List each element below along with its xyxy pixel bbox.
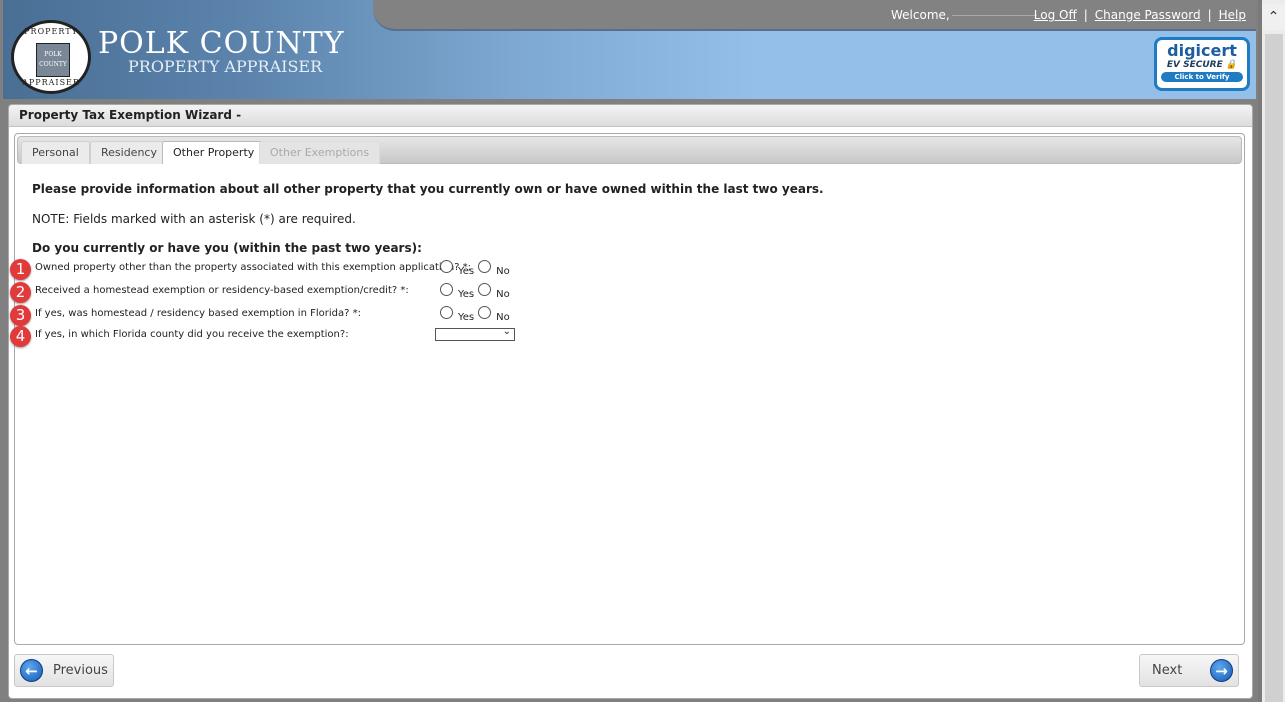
yes-no-group: Yes No xyxy=(440,306,514,323)
wizard-tabs: Personal Residency Other Property Other … xyxy=(17,136,1242,164)
question-label: Owned property other than the property a… xyxy=(35,262,472,273)
account-links: Log Off | Change Password | Help xyxy=(1034,8,1246,22)
logo-subtitle: PROPERTY APPRAISER xyxy=(128,57,323,76)
logoff-link[interactable]: Log Off xyxy=(1034,8,1077,22)
question-row: 3 If yes, was homestead / residency base… xyxy=(10,305,615,326)
question-row: 2 Received a homestead exemption or resi… xyxy=(10,282,615,303)
tab-other-property[interactable]: Other Property xyxy=(162,141,266,164)
wizard-content: Personal Residency Other Property Other … xyxy=(10,133,1245,645)
separator: | xyxy=(1207,8,1212,22)
digicert-badge[interactable]: digicert EV SECURE 🔒 Click to Verify xyxy=(1154,37,1250,91)
arrow-left-icon: ← xyxy=(20,659,43,682)
radio-yes-label: Yes xyxy=(458,311,475,323)
digicert-ev-secure: EV SECURE 🔒 xyxy=(1166,60,1238,70)
chevron-down-icon: ⌄ xyxy=(502,326,511,337)
welcome-label: Welcome, xyxy=(891,8,950,22)
scroll-up-icon[interactable]: ⌃ xyxy=(1262,4,1285,30)
tab-personal[interactable]: Personal xyxy=(21,141,90,164)
previous-label: Previous xyxy=(53,663,108,678)
welcome-text: Welcome, xyxy=(891,8,1037,22)
required-note: NOTE: Fields marked with an asterisk (*)… xyxy=(32,212,356,226)
step-badge: 1 xyxy=(10,259,31,280)
seal-bottom-text: APPRAISER xyxy=(22,78,80,87)
question-row: 4 If yes, in which Florida county did yo… xyxy=(10,326,615,347)
radio-no[interactable] xyxy=(478,260,492,273)
question-label: If yes, in which Florida county did you … xyxy=(35,329,349,340)
logo-title: POLK COUNTY xyxy=(98,26,345,61)
radio-yes[interactable] xyxy=(440,283,453,296)
wizard-title: Property Tax Exemption Wizard - xyxy=(9,105,1252,127)
radio-yes-label: Yes xyxy=(458,265,475,277)
radio-yes-label: Yes xyxy=(458,288,475,300)
radio-no[interactable] xyxy=(478,283,492,296)
step-badge: 4 xyxy=(10,326,31,347)
step-badge: 2 xyxy=(10,282,31,303)
yes-no-group: Yes No xyxy=(440,260,514,277)
site-header: PROPERTY POLK COUNTY APPRAISER POLK COUN… xyxy=(3,0,1256,99)
radio-yes[interactable] xyxy=(440,260,453,273)
seal-center-1: POLK xyxy=(44,51,62,58)
wizard-panel: Property Tax Exemption Wizard - Personal… xyxy=(8,104,1253,699)
radio-no-label: No xyxy=(496,311,510,323)
scroll-thumb[interactable] xyxy=(1265,34,1283,702)
radio-no-label: No xyxy=(496,265,510,277)
separator: | xyxy=(1083,8,1088,22)
digicert-brand: digicert xyxy=(1167,41,1237,60)
previous-button[interactable]: ← Previous xyxy=(14,654,114,687)
tab-other-exemptions: Other Exemptions xyxy=(259,141,381,164)
seal-center-2: COUNTY xyxy=(39,61,67,68)
radio-no[interactable] xyxy=(478,306,492,319)
username-placeholder xyxy=(951,15,1037,16)
county-select[interactable]: ⌄ xyxy=(435,326,515,341)
question-label: If yes, was homestead / residency based … xyxy=(35,308,361,319)
tab-residency[interactable]: Residency xyxy=(90,141,168,164)
top-bar: Welcome, Log Off | Change Password | Help xyxy=(373,0,1256,31)
arrow-right-icon: → xyxy=(1210,659,1233,682)
county-seal-logo[interactable]: PROPERTY POLK COUNTY APPRAISER xyxy=(11,20,91,94)
next-label: Next xyxy=(1152,663,1183,678)
radio-yes[interactable] xyxy=(440,306,453,319)
radio-no-label: No xyxy=(496,288,510,300)
vertical-scrollbar[interactable]: ⌃ xyxy=(1262,0,1285,702)
digicert-verify[interactable]: Click to Verify xyxy=(1161,72,1243,82)
step-badge: 3 xyxy=(10,305,31,326)
intro-text: Please provide information about all oth… xyxy=(32,182,824,196)
page: PROPERTY POLK COUNTY APPRAISER POLK COUN… xyxy=(0,0,1258,702)
question-label: Received a homestead exemption or reside… xyxy=(35,285,409,296)
seal-top-text: PROPERTY xyxy=(24,27,78,36)
yes-no-group: Yes No xyxy=(440,283,514,300)
help-link[interactable]: Help xyxy=(1219,8,1246,22)
change-password-link[interactable]: Change Password xyxy=(1095,8,1201,22)
question-heading: Do you currently or have you (within the… xyxy=(32,241,422,255)
seal-shield: POLK COUNTY xyxy=(36,43,70,77)
next-button[interactable]: Next → xyxy=(1139,654,1239,687)
question-row: 1 Owned property other than the property… xyxy=(10,259,615,280)
